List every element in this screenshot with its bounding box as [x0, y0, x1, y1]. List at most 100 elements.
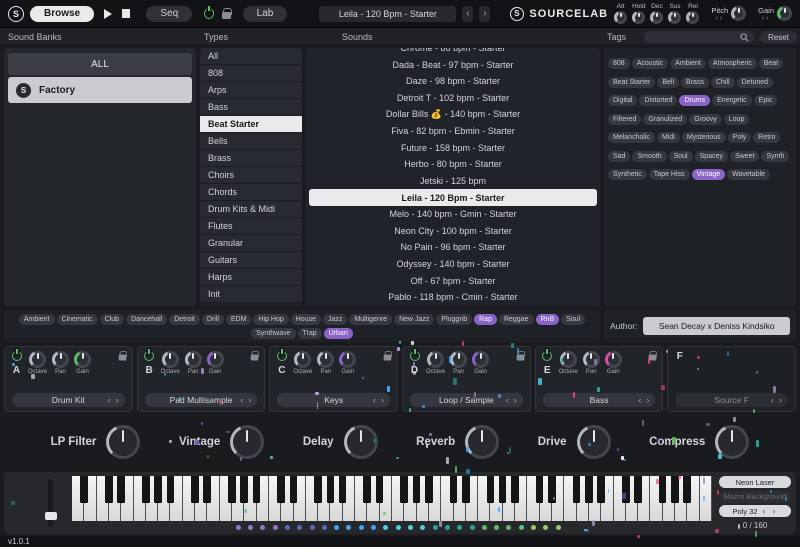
genre-chip[interactable]: Soul — [561, 314, 585, 325]
tag-chip[interactable]: Soul — [669, 151, 693, 162]
genre-chip[interactable]: Cinematic — [57, 314, 98, 325]
tag-chip[interactable]: Beat — [759, 58, 783, 69]
slot-prev-button[interactable]: ‹ — [238, 396, 245, 405]
sound-item[interactable]: Odyssey - 140 bpm - Starter — [306, 256, 600, 273]
sound-item[interactable]: Future - 158 bpm - Starter — [306, 140, 600, 157]
piano-black-key[interactable] — [487, 476, 495, 502]
type-item[interactable]: All — [200, 48, 302, 65]
type-item[interactable]: Brass — [200, 150, 302, 167]
slot-knob-octave[interactable] — [29, 351, 46, 368]
tag-chip[interactable]: Sad — [608, 151, 630, 162]
sound-item[interactable]: Fiva - 82 bpm - Ebmin - Starter — [306, 123, 600, 140]
genre-chip[interactable]: Hip Hop — [253, 314, 288, 325]
tag-chip[interactable]: Sweet — [730, 151, 759, 162]
tag-chip[interactable]: Distorted — [639, 95, 677, 106]
piano-black-key[interactable] — [240, 476, 248, 502]
tag-chip[interactable]: Drums — [679, 95, 710, 106]
genre-chip[interactable]: RnB — [536, 314, 560, 325]
slot-next-button[interactable]: › — [777, 396, 784, 405]
piano-black-key[interactable] — [327, 476, 335, 502]
piano-black-key[interactable] — [425, 476, 433, 502]
pitch-knob[interactable] — [731, 6, 746, 21]
genre-chip[interactable]: House — [291, 314, 321, 325]
preset-prev-button[interactable]: ‹ — [462, 6, 473, 22]
tag-chip[interactable]: Vintage — [692, 169, 726, 180]
type-item[interactable]: Chords — [200, 184, 302, 201]
slot-knob-octave[interactable] — [560, 351, 577, 368]
piano-black-key[interactable] — [597, 476, 605, 502]
tag-chip[interactable]: Filtered — [608, 114, 641, 125]
type-item[interactable]: Harps — [200, 269, 302, 286]
sound-item[interactable]: Leila - 120 Bpm - Starter — [309, 189, 597, 206]
slot-next-button[interactable]: › — [644, 396, 651, 405]
slot-knob-gain[interactable] — [605, 351, 622, 368]
type-item[interactable]: Beat Starter — [200, 116, 302, 133]
slot-knob-gain[interactable] — [74, 351, 91, 368]
slot-next-button[interactable]: › — [246, 396, 253, 405]
slot-knob-pan[interactable] — [450, 351, 467, 368]
poly-next-button[interactable]: › — [771, 507, 778, 516]
piano-black-key[interactable] — [228, 476, 236, 502]
piano-black-key[interactable] — [191, 476, 199, 502]
slot-next-button[interactable]: › — [114, 396, 121, 405]
fx-knob[interactable] — [344, 425, 378, 459]
piano-black-key[interactable] — [511, 476, 519, 502]
sound-item[interactable]: Dada - Beat - 97 bpm - Starter — [306, 57, 600, 74]
piano-black-key[interactable] — [462, 476, 470, 502]
genre-chip[interactable]: Jazz — [323, 314, 347, 325]
genre-chip[interactable]: Detroit — [169, 314, 200, 325]
fx-knob[interactable] — [577, 425, 611, 459]
background-selector[interactable]: Mazro Background — [719, 491, 791, 503]
piano-black-key[interactable] — [154, 476, 162, 502]
tag-chip[interactable]: Brass — [681, 77, 709, 88]
gain-stepper[interactable]: ‹› — [762, 15, 771, 22]
slot-power-icon[interactable] — [410, 351, 420, 361]
tag-chip[interactable]: Energetic — [712, 95, 752, 106]
piano-black-key[interactable] — [683, 476, 691, 502]
slot-name-bar[interactable]: Loop / Sample‹› — [410, 393, 523, 407]
env-knob-att[interactable] — [614, 11, 627, 24]
reset-button[interactable]: Reset — [760, 31, 797, 43]
piano-black-key[interactable] — [671, 476, 679, 502]
sound-item[interactable]: Herbo - 80 bpm - Starter — [306, 156, 600, 173]
pitch-stepper[interactable]: ‹› — [715, 15, 724, 22]
slot-knob-octave[interactable] — [294, 351, 311, 368]
sound-item[interactable]: Neon City - 100 bpm - Starter — [306, 223, 600, 240]
slot-knob-octave[interactable] — [162, 351, 179, 368]
slot-prev-button[interactable]: ‹ — [769, 396, 776, 405]
tag-chip[interactable]: Digital — [608, 95, 637, 106]
tag-chip[interactable]: Detuned — [737, 77, 773, 88]
piano-black-key[interactable] — [536, 476, 544, 502]
sound-item[interactable]: Dollar Bills 💰 - 140 bpm - Starter — [306, 106, 600, 123]
sound-item[interactable]: Jetski - 125 bpm — [306, 173, 600, 190]
tag-chip[interactable]: 808 — [608, 58, 630, 69]
slot-lock-icon[interactable] — [251, 355, 259, 361]
slot-name-bar[interactable]: Keys‹› — [277, 393, 390, 407]
genre-chip[interactable]: Club — [100, 314, 124, 325]
type-item[interactable]: Bass — [200, 99, 302, 116]
piano-black-key[interactable] — [573, 476, 581, 502]
piano-black-key[interactable] — [376, 476, 384, 502]
tag-chip[interactable]: Loop — [724, 114, 750, 125]
fx-knob[interactable] — [465, 425, 499, 459]
genre-chip[interactable]: Rap — [474, 314, 497, 325]
slot-lock-icon[interactable] — [649, 355, 657, 361]
sound-item[interactable]: Detroit T - 102 bpm - Starter — [306, 90, 600, 107]
slot-prev-button[interactable]: ‹ — [106, 396, 113, 405]
tag-chip[interactable]: Synthetic — [608, 169, 647, 180]
type-item[interactable]: Bells — [200, 133, 302, 150]
type-item[interactable]: Choirs — [200, 167, 302, 184]
piano-black-key[interactable] — [634, 476, 642, 502]
env-knob-hold[interactable] — [632, 11, 645, 24]
tag-chip[interactable]: Chill — [711, 77, 735, 88]
sound-item[interactable]: Melo - 140 bpm - Gmin - Starter — [306, 206, 600, 223]
slot-name-bar[interactable]: Bass‹› — [543, 393, 656, 407]
piano-black-key[interactable] — [548, 476, 556, 502]
skin-selector[interactable]: Neon Laser — [719, 476, 791, 488]
fader-handle[interactable] — [45, 512, 57, 520]
piano-black-key[interactable] — [167, 476, 175, 502]
genre-chip[interactable]: Trap — [298, 328, 322, 339]
piano-white-key[interactable] — [700, 476, 712, 521]
piano-black-key[interactable] — [363, 476, 371, 502]
tag-chip[interactable]: Retro — [753, 132, 780, 143]
